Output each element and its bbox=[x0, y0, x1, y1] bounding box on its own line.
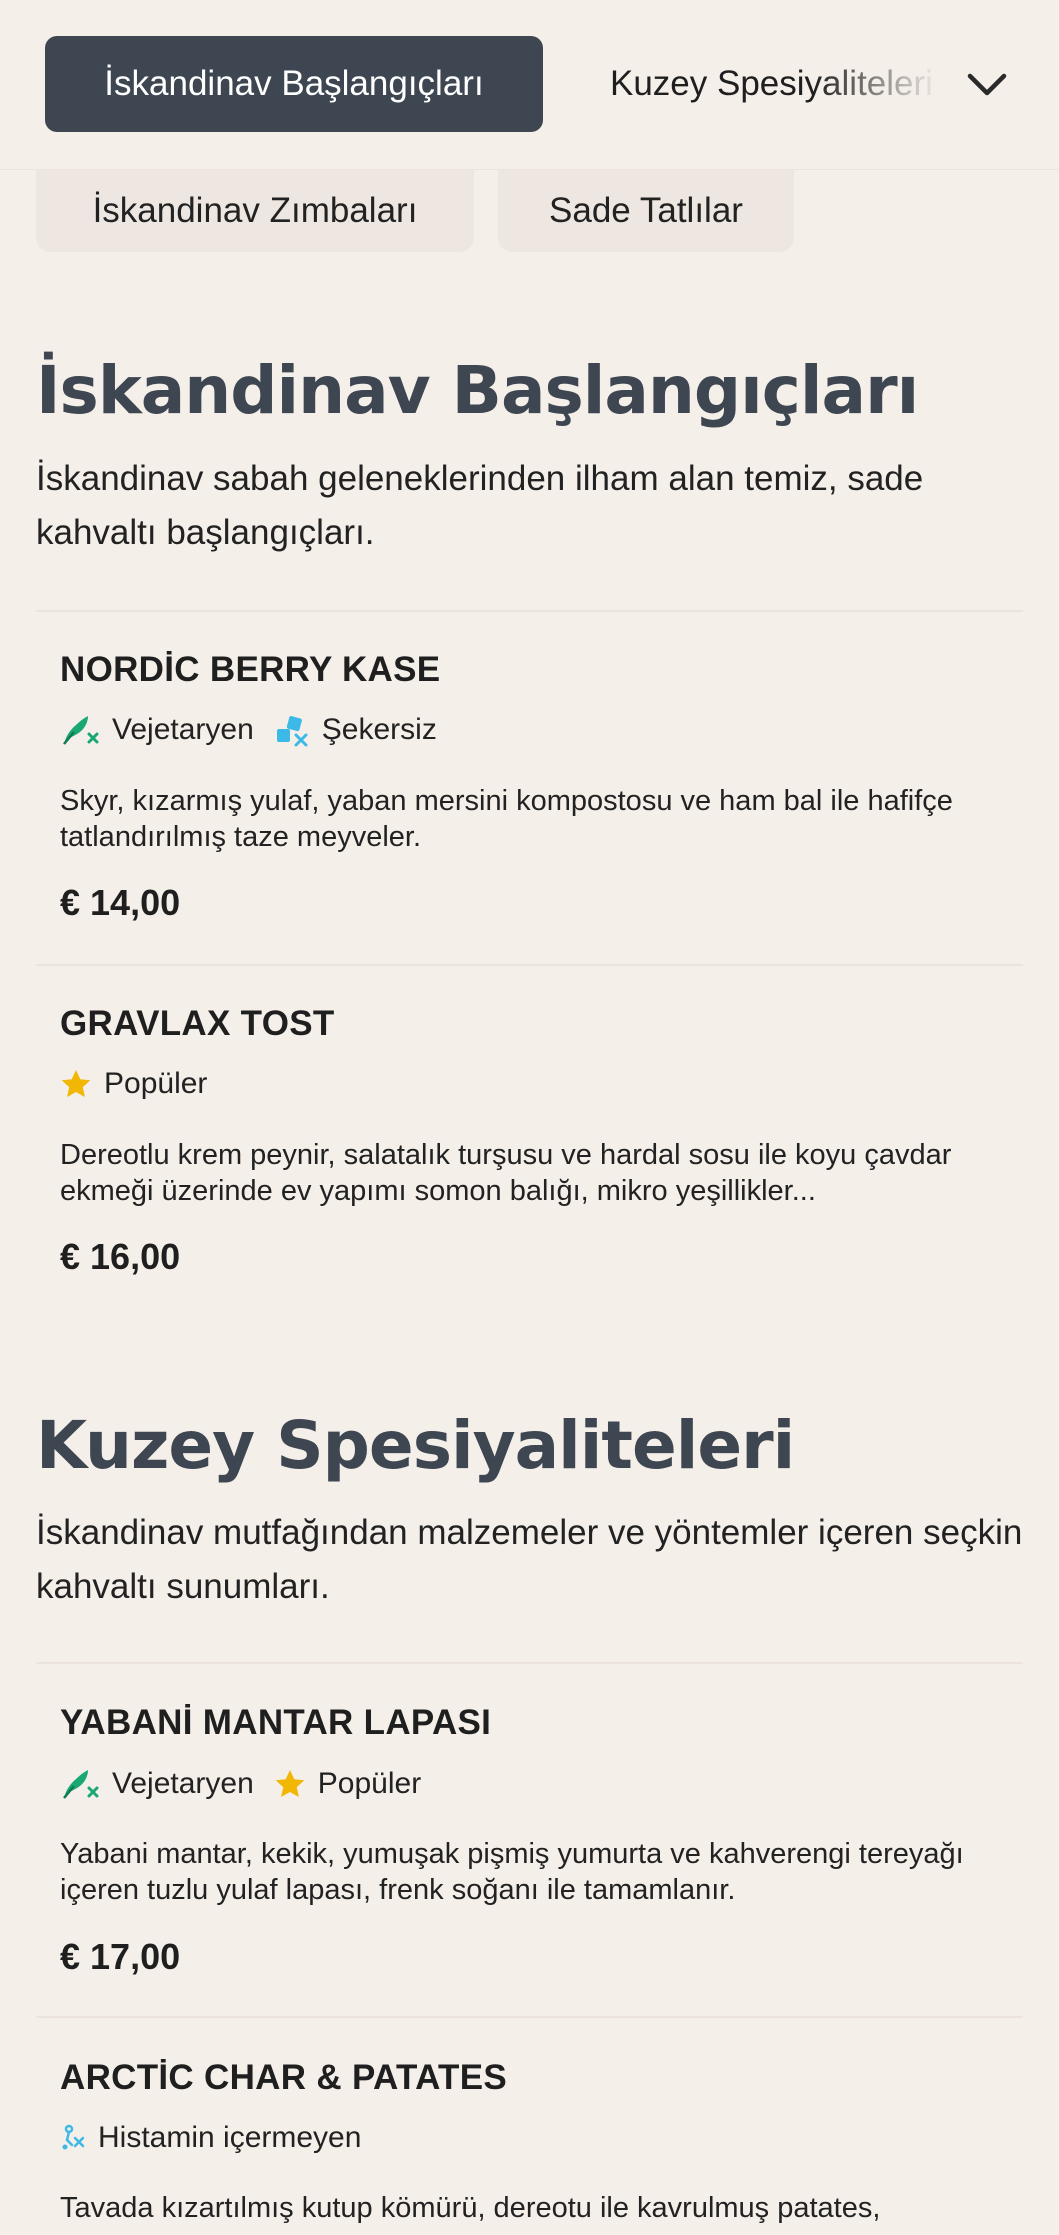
item-name: GRAVLAX TOST bbox=[60, 1004, 335, 1043]
star-icon bbox=[275, 1770, 305, 1797]
item-description: Dereotlu krem peynir, salatalık turşusu … bbox=[60, 1139, 952, 1207]
divider bbox=[36, 964, 1023, 966]
tag: Histamin içermeyen bbox=[60, 2121, 361, 2155]
sugar-free-icon bbox=[276, 716, 308, 747]
subcategory-label: İskandinav Zımbaları bbox=[92, 191, 418, 230]
tag: Vejetaryen bbox=[60, 1766, 254, 1802]
tag: Şekersiz bbox=[274, 713, 437, 747]
item-price: € 17,00 bbox=[60, 1936, 181, 1977]
tag: Popüler bbox=[274, 1767, 421, 1801]
section-title: İskandinav Başlangıçları bbox=[36, 352, 919, 429]
tab-kuzey-spesiyaliteleri[interactable]: Kuzey Spesiyaliteleri bbox=[610, 36, 940, 132]
item-tags: Vejetaryen Şekersiz bbox=[60, 710, 457, 750]
item-description: Yabani mantar, kekik, yumuşak pişmiş yum… bbox=[60, 1838, 964, 1906]
divider bbox=[36, 2016, 1023, 2018]
tag-label: Popüler bbox=[317, 1767, 422, 1800]
histamine-free-icon bbox=[62, 2124, 85, 2150]
tag-label: Vejetaryen bbox=[112, 713, 254, 746]
tag-label: Popüler bbox=[104, 1067, 208, 1100]
star-icon bbox=[61, 1070, 91, 1097]
vegetarian-icon bbox=[63, 716, 99, 745]
item-tags: Vejetaryen Popüler bbox=[60, 1764, 441, 1804]
item-price: € 14,00 bbox=[60, 882, 181, 923]
tag: Vejetaryen bbox=[60, 712, 254, 748]
tag-label: Vejetaryen bbox=[112, 1767, 254, 1800]
item-name: NORDİC BERRY KASE bbox=[60, 650, 441, 689]
subcategory-sade-tatlilar[interactable]: Sade Tatlılar bbox=[498, 170, 794, 252]
section-description: İskandinav sabah geleneklerinden ilham a… bbox=[36, 459, 924, 552]
category-nav: İskandinav Başlangıçları Kuzey Spesiyali… bbox=[0, 0, 1059, 170]
tag-label: Histamin içermeyen bbox=[98, 2121, 362, 2154]
section-title: Kuzey Spesiyaliteleri bbox=[36, 1407, 795, 1484]
item-description: Skyr, kızarmış yulaf, yaban mersini komp… bbox=[60, 785, 953, 853]
subcategory-label: Sade Tatlılar bbox=[549, 191, 743, 230]
vegetarian-icon bbox=[63, 1770, 99, 1799]
tab-label: İskandinav Başlangıçları bbox=[104, 64, 484, 103]
item-name: YABANİ MANTAR LAPASI bbox=[60, 1703, 492, 1742]
item-name: ARCTİC CHAR & PATATES bbox=[60, 2058, 508, 2097]
item-tags: Histamin içermeyen bbox=[60, 2118, 381, 2158]
section-description: İskandinav mutfağından malzemeler ve yön… bbox=[36, 1513, 1023, 1606]
chevron-down-icon[interactable] bbox=[962, 60, 1012, 110]
divider bbox=[36, 610, 1023, 612]
tag: Popüler bbox=[60, 1067, 207, 1101]
item-tags: Popüler bbox=[60, 1064, 227, 1104]
tab-label: Kuzey Spesiyaliteleri bbox=[610, 64, 933, 103]
tag-label: Şekersiz bbox=[321, 713, 437, 746]
item-price: € 16,00 bbox=[60, 1236, 181, 1277]
subcategory-iskandinav-zimbalari[interactable]: İskandinav Zımbaları bbox=[36, 170, 474, 252]
divider bbox=[36, 1662, 1023, 1664]
item-description: Tavada kızartılmış kutup kömürü, dereotu… bbox=[60, 2192, 881, 2224]
tab-iskandinav-baslangiclari[interactable]: İskandinav Başlangıçları bbox=[45, 36, 543, 132]
